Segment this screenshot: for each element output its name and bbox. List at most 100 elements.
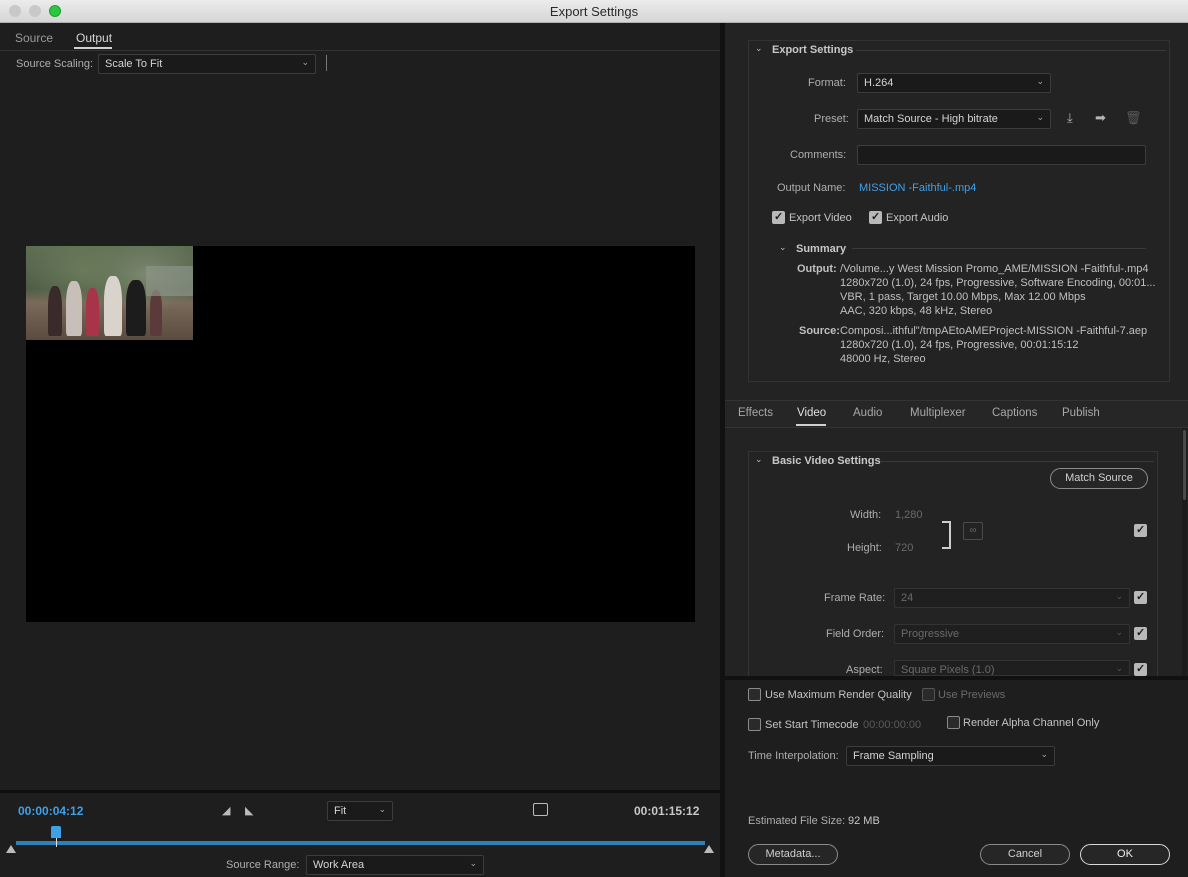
field-order-value: Progressive: [901, 628, 960, 640]
timeline-divider: [0, 790, 720, 793]
export-settings-title: Export Settings: [772, 44, 854, 56]
render-alpha-checkbox[interactable]: [947, 716, 960, 729]
section-rule: [880, 461, 1154, 462]
source-range-value: Work Area: [313, 859, 365, 871]
source-scaling-dropdown[interactable]: Scale To Fit ⌄: [98, 54, 316, 74]
chevron-down-icon: ⌄: [1115, 627, 1123, 637]
tab-source[interactable]: Source: [15, 31, 53, 45]
photo-figure: [86, 288, 99, 336]
scrub-bar[interactable]: [16, 841, 705, 845]
link-icon[interactable]: ∞: [963, 522, 983, 540]
preset-label: Preset:: [814, 113, 849, 125]
photo-figure: [104, 276, 122, 336]
tab-multiplexer[interactable]: Multiplexer: [910, 407, 966, 419]
tab-output[interactable]: Output: [76, 31, 112, 45]
comments-label: Comments:: [790, 149, 847, 161]
set-out-point-icon[interactable]: ◣: [245, 804, 253, 817]
tab-effects[interactable]: Effects: [738, 407, 773, 419]
aspect-label: Aspect:: [846, 664, 883, 676]
metadata-button[interactable]: Metadata...: [748, 844, 838, 865]
height-value[interactable]: 720: [895, 542, 913, 554]
tab-audio[interactable]: Audio: [853, 407, 882, 419]
ok-button[interactable]: OK: [1080, 844, 1170, 865]
field-order-checkbox[interactable]: [1134, 626, 1147, 640]
out-point-marker-icon[interactable]: [704, 845, 714, 853]
photo-figure: [126, 280, 146, 336]
export-audio-checkbox[interactable]: [869, 210, 882, 224]
tab-captions[interactable]: Captions: [992, 407, 1037, 419]
zoom-value: Fit: [334, 805, 347, 817]
summary-output-label: Output:: [797, 263, 837, 275]
aspect-dropdown[interactable]: Square Pixels (1.0) ⌄: [894, 660, 1130, 676]
export-video-checkbox[interactable]: [772, 210, 785, 224]
width-value[interactable]: 1,280: [895, 509, 923, 521]
aspect-ratio-correction-icon[interactable]: [533, 803, 548, 816]
tab-video-underline: [796, 424, 826, 426]
set-in-point-icon[interactable]: ◢: [222, 804, 230, 817]
export-audio-label[interactable]: Export Audio: [886, 212, 948, 224]
chevron-down-icon[interactable]: ⌄: [755, 454, 763, 465]
output-name-link[interactable]: MISSION -Faithful-.mp4: [859, 182, 976, 194]
frame-rate-checkbox[interactable]: [1134, 590, 1147, 604]
in-point-marker-icon[interactable]: [6, 845, 16, 853]
max-render-quality-label[interactable]: Use Maximum Render Quality: [765, 689, 912, 701]
chevron-down-icon: ⌄: [378, 804, 386, 814]
chevron-down-icon[interactable]: ⌄: [755, 43, 763, 54]
format-label: Format:: [808, 77, 846, 89]
playhead-line: [55, 838, 57, 847]
chevron-down-icon: ⌄: [301, 57, 309, 67]
chevron-down-icon: ⌄: [1115, 591, 1123, 601]
source-scaling-label: Source Scaling:: [16, 58, 94, 70]
chevron-down-icon: ⌄: [1115, 663, 1123, 673]
field-order-label: Field Order:: [826, 628, 885, 640]
playhead-handle[interactable]: [50, 826, 61, 838]
chevron-down-icon[interactable]: ⌄: [779, 242, 787, 253]
comments-input[interactable]: [857, 145, 1146, 165]
photo-figure: [48, 286, 62, 336]
photo-building: [146, 266, 193, 296]
cancel-button[interactable]: Cancel: [980, 844, 1070, 865]
time-interpolation-label: Time Interpolation:: [748, 750, 839, 762]
field-order-dropdown[interactable]: Progressive ⌄: [894, 624, 1130, 644]
match-source-button[interactable]: Match Source: [1050, 468, 1148, 489]
export-video-label[interactable]: Export Video: [789, 212, 852, 224]
time-interpolation-value: Frame Sampling: [853, 750, 934, 762]
section-rule: [856, 50, 1166, 51]
summary-source-line: 1280x720 (1.0), 24 fps, Progressive, 00:…: [840, 339, 1079, 351]
constrain-bracket: [942, 521, 951, 549]
aspect-checkbox[interactable]: [1134, 662, 1147, 676]
frame-rate-value: 24: [901, 592, 914, 604]
duration-timecode: 00:01:15:12: [634, 804, 700, 818]
zoom-dropdown[interactable]: Fit ⌄: [327, 801, 393, 821]
summary-source-line: Composi...ithful"/tmpAEtoAMEProject-MISS…: [840, 325, 1148, 337]
format-dropdown[interactable]: H.264 ⌄: [857, 73, 1051, 93]
video-frame-thumbnail: [26, 246, 193, 340]
chevron-down-icon: ⌄: [1036, 76, 1044, 86]
scrollbar-thumb[interactable]: [1183, 430, 1186, 500]
chevron-down-icon: ⌄: [1040, 749, 1048, 759]
width-height-checkbox[interactable]: [1134, 523, 1147, 537]
render-alpha-label[interactable]: Render Alpha Channel Only: [963, 717, 1099, 729]
summary-title: Summary: [796, 243, 847, 255]
max-render-quality-checkbox[interactable]: [748, 688, 761, 701]
start-timecode-checkbox[interactable]: [748, 718, 761, 731]
import-preset-icon[interactable]: ➡: [1095, 110, 1106, 126]
preset-value: Match Source - High bitrate: [864, 113, 998, 125]
photo-figure: [150, 290, 162, 336]
tab-publish[interactable]: Publish: [1062, 407, 1100, 419]
aspect-value: Square Pixels (1.0): [901, 664, 995, 676]
summary-output-line: /Volume...y West Mission Promo_AME/MISSI…: [840, 263, 1149, 275]
time-interpolation-dropdown[interactable]: Frame Sampling ⌄: [846, 746, 1055, 766]
delete-preset-icon[interactable]: 🗑: [1125, 110, 1142, 126]
current-timecode[interactable]: 00:00:04:12: [18, 804, 83, 818]
height-label: Height:: [847, 542, 882, 554]
use-previews-checkbox[interactable]: [922, 688, 935, 701]
chevron-down-icon: ⌄: [1036, 112, 1044, 122]
preset-dropdown[interactable]: Match Source - High bitrate ⌄: [857, 109, 1051, 129]
estimated-size-label: Estimated File Size:: [748, 815, 846, 827]
source-range-dropdown[interactable]: Work Area ⌄: [306, 855, 484, 875]
tab-video[interactable]: Video: [797, 407, 826, 419]
frame-rate-dropdown[interactable]: 24 ⌄: [894, 588, 1130, 608]
start-timecode-label[interactable]: Set Start Timecode: [765, 719, 859, 731]
save-preset-icon[interactable]: ⤓: [1067, 110, 1073, 126]
